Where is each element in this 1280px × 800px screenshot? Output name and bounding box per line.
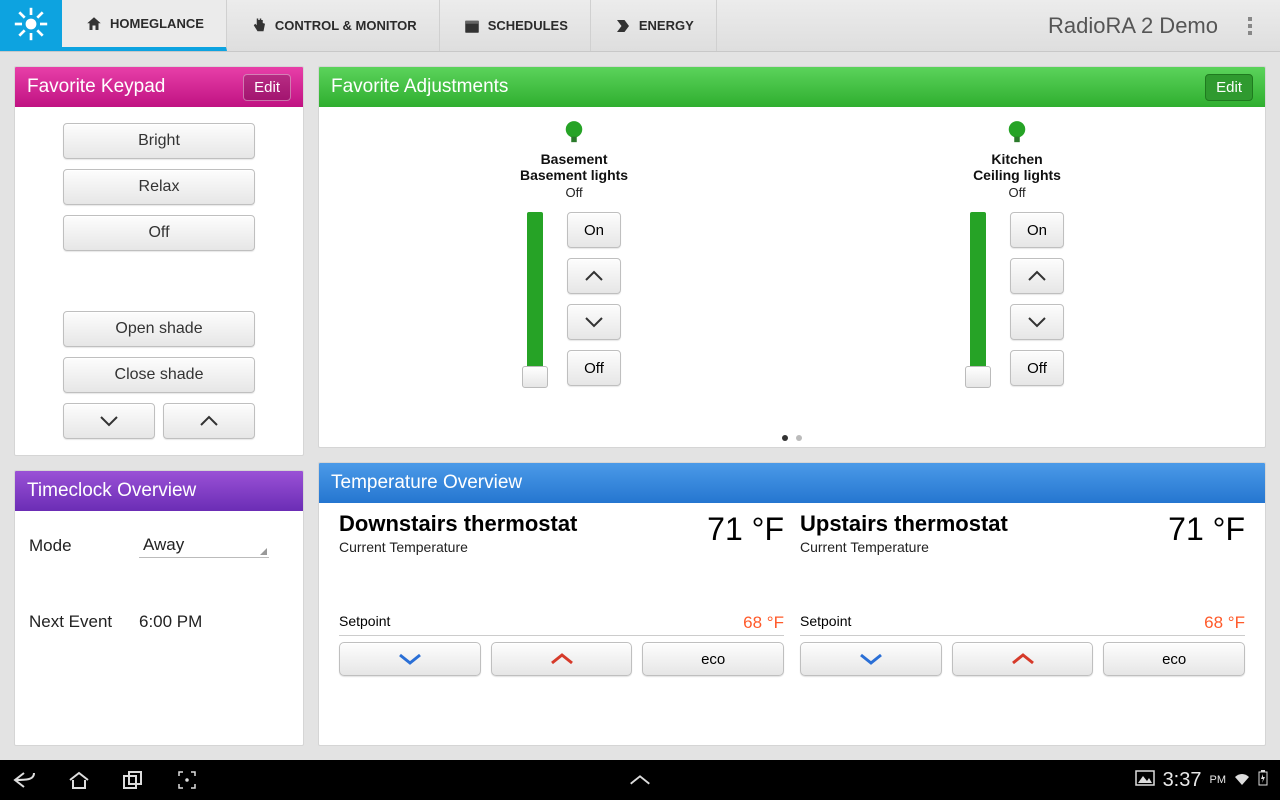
setpoint-label: Setpoint bbox=[800, 613, 851, 633]
light-raise-button[interactable] bbox=[567, 258, 621, 294]
panel-title: Timeclock Overview bbox=[27, 480, 196, 502]
thermostat-downstairs: Downstairs thermostat Current Temperatur… bbox=[331, 511, 792, 676]
calendar-icon bbox=[462, 16, 482, 36]
panel-header: Favorite Adjustments Edit bbox=[319, 67, 1265, 107]
thermostat-temp: 71 °F bbox=[1168, 511, 1245, 548]
setpoint-up-button[interactable] bbox=[491, 642, 633, 676]
adjustment-room: Kitchen bbox=[991, 151, 1042, 167]
chevron-down-icon bbox=[857, 652, 885, 666]
keypad-close-shade-button[interactable]: Close shade bbox=[63, 357, 255, 393]
keypad-open-shade-button[interactable]: Open shade bbox=[63, 311, 255, 347]
thermostat-name: Upstairs thermostat bbox=[800, 511, 1008, 537]
setpoint-label: Setpoint bbox=[339, 613, 390, 633]
setpoint-value: 68 °F bbox=[1204, 613, 1245, 633]
recent-apps-icon[interactable] bbox=[120, 767, 146, 793]
eco-button[interactable]: eco bbox=[1103, 642, 1245, 676]
tab-schedules[interactable]: SCHEDULES bbox=[440, 0, 591, 51]
adjustment-kitchen: Kitchen Ceiling lights Off On Off bbox=[970, 119, 1064, 439]
edit-adjustments-button[interactable]: Edit bbox=[1205, 74, 1253, 101]
light-off-button[interactable]: Off bbox=[1010, 350, 1064, 386]
status-ampm: PM bbox=[1210, 774, 1227, 786]
temperature-panel: Temperature Overview Downstairs thermost… bbox=[318, 462, 1266, 746]
wifi-icon bbox=[1234, 769, 1250, 792]
back-icon[interactable] bbox=[12, 767, 38, 793]
expand-up-icon[interactable] bbox=[627, 767, 653, 793]
tab-energy[interactable]: ENERGY bbox=[591, 0, 717, 51]
screenshot-icon[interactable] bbox=[174, 767, 200, 793]
thermostat-sublabel: Current Temperature bbox=[800, 539, 1008, 555]
battery-icon bbox=[1258, 769, 1268, 792]
light-lower-button[interactable] bbox=[567, 304, 621, 340]
home-icon bbox=[84, 14, 104, 34]
light-raise-button[interactable] bbox=[1010, 258, 1064, 294]
thermostat-temp: 71 °F bbox=[707, 511, 784, 548]
light-off-button[interactable]: Off bbox=[567, 350, 621, 386]
adjustment-basement: Basement Basement lights Off On Off bbox=[520, 119, 628, 439]
setpoint-value: 68 °F bbox=[743, 613, 784, 633]
panel-title: Temperature Overview bbox=[331, 472, 522, 494]
tab-label: SCHEDULES bbox=[488, 18, 568, 33]
app-title: RadioRA 2 Demo bbox=[1048, 13, 1218, 39]
tab-label: HOMEGLANCE bbox=[110, 16, 204, 31]
mode-label: Mode bbox=[29, 536, 139, 556]
favorite-keypad-panel: Favorite Keypad Edit Bright Relax Off Op… bbox=[14, 66, 304, 456]
tab-control-monitor[interactable]: CONTROL & MONITOR bbox=[227, 0, 440, 51]
adjustment-state: Off bbox=[1008, 185, 1025, 200]
app-logo[interactable] bbox=[0, 0, 62, 51]
tab-label: CONTROL & MONITOR bbox=[275, 18, 417, 33]
light-on-button[interactable]: On bbox=[1010, 212, 1064, 248]
energy-icon bbox=[613, 16, 633, 36]
adjustment-device: Basement lights bbox=[520, 167, 628, 183]
edit-keypad-button[interactable]: Edit bbox=[243, 74, 291, 101]
adjustment-device: Ceiling lights bbox=[973, 167, 1061, 183]
overflow-menu-icon[interactable] bbox=[1236, 17, 1264, 35]
slider-thumb[interactable] bbox=[965, 366, 991, 388]
bulb-icon bbox=[563, 119, 585, 147]
slider-thumb[interactable] bbox=[522, 366, 548, 388]
setpoint-down-button[interactable] bbox=[800, 642, 942, 676]
picture-icon bbox=[1135, 769, 1155, 792]
status-time: 3:37 bbox=[1163, 769, 1202, 792]
panel-title: Favorite Adjustments bbox=[331, 76, 508, 98]
thermostat-name: Downstairs thermostat bbox=[339, 511, 577, 537]
keypad-lower-button[interactable] bbox=[63, 403, 155, 439]
thermostat-upstairs: Upstairs thermostat Current Temperature … bbox=[792, 511, 1253, 676]
timeclock-panel: Timeclock Overview Mode Away Next Event … bbox=[14, 470, 304, 746]
chevron-up-icon bbox=[1009, 652, 1037, 666]
tab-label: ENERGY bbox=[639, 18, 694, 33]
mode-select[interactable]: Away bbox=[139, 533, 269, 558]
panel-header: Temperature Overview bbox=[319, 463, 1265, 503]
chevron-up-icon bbox=[548, 652, 576, 666]
setpoint-up-button[interactable] bbox=[952, 642, 1094, 676]
hand-icon bbox=[249, 16, 269, 36]
chevron-down-icon bbox=[396, 652, 424, 666]
keypad-relax-button[interactable]: Relax bbox=[63, 169, 255, 205]
keypad-raise-button[interactable] bbox=[163, 403, 255, 439]
panel-header: Favorite Keypad Edit bbox=[15, 67, 303, 107]
dimmer-slider[interactable] bbox=[970, 212, 986, 382]
bulb-icon bbox=[1006, 119, 1028, 147]
adjustment-room: Basement bbox=[541, 151, 608, 167]
setpoint-down-button[interactable] bbox=[339, 642, 481, 676]
top-nav: HOMEGLANCE CONTROL & MONITOR SCHEDULES E… bbox=[0, 0, 1280, 52]
thermostat-sublabel: Current Temperature bbox=[339, 539, 577, 555]
panel-header: Timeclock Overview bbox=[15, 471, 303, 511]
tab-homeglance[interactable]: HOMEGLANCE bbox=[62, 0, 227, 51]
eco-button[interactable]: eco bbox=[642, 642, 784, 676]
keypad-off-button[interactable]: Off bbox=[63, 215, 255, 251]
light-on-button[interactable]: On bbox=[567, 212, 621, 248]
page-indicator bbox=[782, 435, 802, 441]
light-lower-button[interactable] bbox=[1010, 304, 1064, 340]
favorite-adjustments-panel: Favorite Adjustments Edit Basement Basem… bbox=[318, 66, 1266, 448]
next-event-value: 6:00 PM bbox=[139, 612, 202, 632]
panel-title: Favorite Keypad bbox=[27, 76, 165, 98]
adjustment-state: Off bbox=[565, 185, 582, 200]
keypad-bright-button[interactable]: Bright bbox=[63, 123, 255, 159]
home-icon[interactable] bbox=[66, 767, 92, 793]
dimmer-slider[interactable] bbox=[527, 212, 543, 382]
android-navbar: 3:37 PM bbox=[0, 760, 1280, 800]
next-event-label: Next Event bbox=[29, 612, 139, 632]
